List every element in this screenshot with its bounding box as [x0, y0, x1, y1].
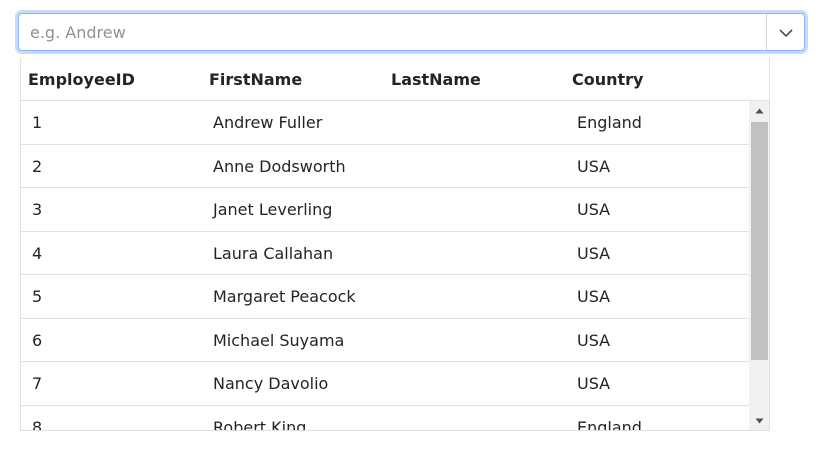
employee-name-cell: Robert King	[213, 417, 307, 431]
table-row[interactable]: 5 Margaret Peacock USA	[21, 275, 749, 319]
country-cell: USA	[577, 374, 611, 393]
employee-id-cell: 6	[32, 330, 43, 350]
dropdown-popup: EmployeeID FirstName LastName Country 1 …	[20, 58, 770, 431]
employee-name-cell: Margaret Peacock	[213, 287, 356, 306]
country-cell: USA	[577, 287, 611, 306]
table-row[interactable]: 8 Robert King England	[21, 406, 749, 431]
search-input[interactable]	[19, 14, 767, 50]
column-header-employeeid[interactable]: EmployeeID	[28, 70, 135, 89]
employee-id-cell: 4	[32, 243, 43, 263]
country-cell: USA	[577, 156, 611, 176]
employee-combobox[interactable]	[18, 13, 805, 51]
employee-id-cell: 2	[32, 156, 43, 176]
employee-name-cell: Janet Leverling	[213, 200, 333, 219]
scroll-down-arrow-icon[interactable]	[749, 411, 769, 430]
table-row[interactable]: 1 Andrew Fuller England	[21, 101, 749, 145]
country-cell: USA	[577, 200, 611, 219]
country-cell: England	[577, 417, 642, 431]
employee-name-cell: Michael Suyama	[213, 330, 345, 350]
grid-body: 1 Andrew Fuller England 2 Anne Dodsworth…	[21, 101, 749, 431]
scroll-up-arrow-icon[interactable]	[749, 101, 769, 121]
column-header-lastname[interactable]: LastName	[391, 70, 481, 89]
country-cell: USA	[577, 243, 611, 263]
chevron-down-icon	[778, 23, 794, 42]
employee-name-cell: Anne Dodsworth	[213, 156, 346, 176]
dropdown-button[interactable]	[766, 14, 804, 50]
employee-id-cell: 8	[32, 417, 43, 431]
employee-name-cell: Andrew Fuller	[213, 113, 323, 132]
employee-name-cell: Laura Callahan	[213, 243, 334, 263]
grid-header: EmployeeID FirstName LastName Country	[21, 58, 769, 101]
country-cell: USA	[577, 330, 611, 350]
country-cell: England	[577, 113, 642, 132]
employee-name-cell: Nancy Davolio	[213, 374, 329, 393]
column-header-country[interactable]: Country	[572, 70, 643, 89]
employee-id-cell: 7	[32, 374, 43, 393]
employee-id-cell: 1	[32, 113, 43, 132]
column-header-firstname[interactable]: FirstName	[209, 70, 302, 89]
table-row[interactable]: 6 Michael Suyama USA	[21, 319, 749, 362]
table-row[interactable]: 3 Janet Leverling USA	[21, 188, 749, 232]
scrollbar-thumb[interactable]	[751, 122, 768, 360]
table-row[interactable]: 4 Laura Callahan USA	[21, 232, 749, 275]
vertical-scrollbar[interactable]	[749, 101, 769, 430]
employee-id-cell: 5	[32, 287, 43, 306]
table-row[interactable]: 7 Nancy Davolio USA	[21, 362, 749, 406]
table-row[interactable]: 2 Anne Dodsworth USA	[21, 145, 749, 188]
employee-id-cell: 3	[32, 200, 43, 219]
